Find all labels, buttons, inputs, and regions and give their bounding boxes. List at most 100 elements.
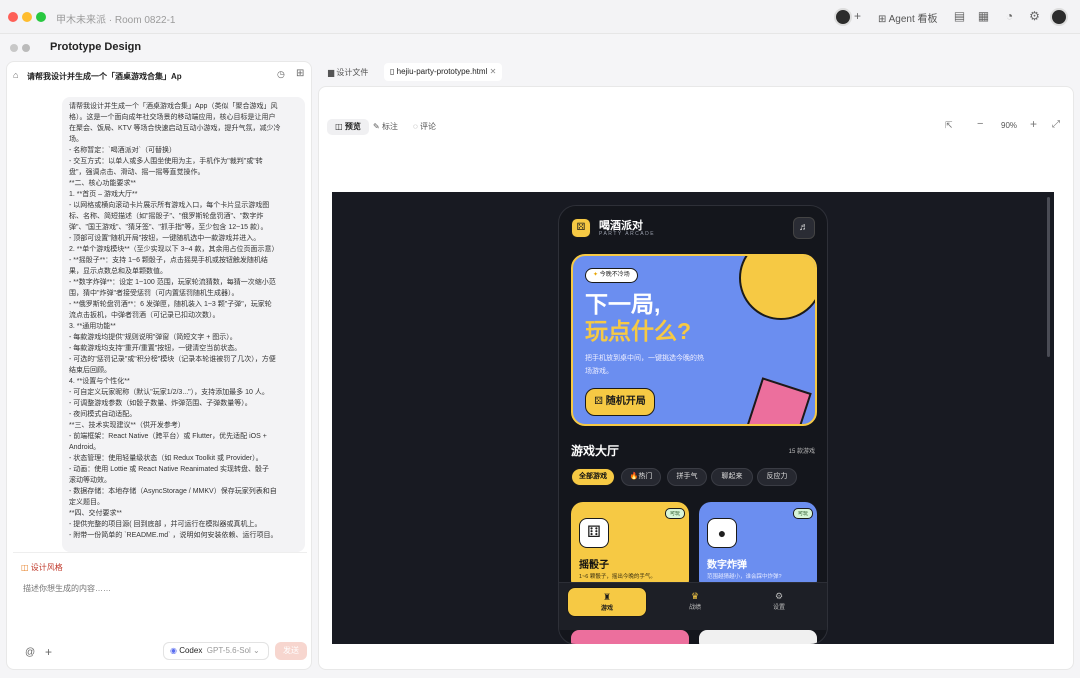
chip-chat[interactable]: 聊起来: [711, 468, 753, 486]
minimize-window-button[interactable]: [22, 12, 32, 22]
preview-mode-button[interactable]: ◫ 预览: [327, 119, 369, 135]
tab-design-files[interactable]: ▆ 设计文件: [328, 67, 368, 78]
zoom-window-button[interactable]: [36, 12, 46, 22]
send-button[interactable]: 发送: [275, 642, 307, 660]
new-chat-icon[interactable]: ⊞: [296, 68, 304, 79]
design-style-button[interactable]: ◫ 设计风格: [21, 562, 63, 573]
prompt-line: - **数字炸弹**：设定 1~100 范围，玩家轮流猜数，每猜一次缩小范: [69, 279, 276, 286]
prompt-line: - 每款游戏均支持"重开/重置"按钮，一键清空当前状态。: [69, 345, 242, 352]
prompt-line: 盘"，强调点击、滑动、摇一摇等直觉操作。: [69, 169, 205, 176]
hero-card: ✦ 今晚不冷场 下一局, 玩点什么? 把手机放到桌中间，一键挑选今晚的热 场游戏。…: [571, 254, 817, 426]
chevron-down-icon: ⌄: [250, 646, 260, 655]
nav-records[interactable]: ♛ 战绩: [655, 591, 735, 611]
design-area: ▆ 设计文件 ▯ hejiu-party-prototype.html ✕ ◫ …: [318, 61, 1074, 670]
prompt-line: - 数据存储：本地存储（AsyncStorage / MMKV）保存玩家列表和自: [69, 488, 277, 495]
prompt-line: - **俄罗斯轮盘罚酒**：6 发弹匣，随机装入 1~3 颗"子弹"，玩家轮: [69, 301, 272, 308]
prompt-line: - 以网格或横向滚动卡片展示所有游戏入口，每个卡片显示游戏图: [69, 202, 270, 209]
prompt-line: - 前端框架：React Native（跨平台）或 Flutter，优先适配 i…: [69, 433, 267, 440]
game-card-dice[interactable]: 可玩 ⚅ 摇骰子 1~6 颗骰子，摇出今晚的手气。: [571, 502, 689, 592]
chip-hot[interactable]: 🔥热门: [621, 468, 661, 486]
hero-circle-decoration: [739, 256, 815, 320]
prompt-line: - **摇骰子**：支持 1~6 颗骰子，点击摇晃手机或按钮触发随机结: [69, 257, 268, 264]
pen-icon: ✎: [373, 122, 382, 131]
game-card-number-bomb[interactable]: 可玩 ● 数字炸弹 范围越猜越小，谁会踩中炸弹?: [699, 502, 817, 592]
codex-icon: ◉: [170, 646, 180, 655]
prompt-line: - 动画：使用 Lottie 或 React Native Reanimated…: [69, 466, 269, 473]
fullscreen-icon[interactable]: ⤢: [1052, 119, 1060, 130]
comment-mode-button[interactable]: ◌ 评论: [413, 119, 436, 135]
chip-all-games[interactable]: 全部游戏: [571, 468, 615, 486]
game-count: 15 款游戏: [788, 449, 815, 455]
game-card-partial: [571, 630, 689, 644]
annotate-mode-button[interactable]: ✎ 标注: [373, 119, 398, 135]
panel-dot: [10, 44, 18, 52]
prompt-line: **三、技术实现建议**（供开发参考）: [69, 422, 185, 429]
chip-luck[interactable]: 拼手气: [667, 468, 707, 486]
document-icon[interactable]: ▤: [952, 9, 967, 24]
prompt-line: 流点击扳机，中弹者罚酒（可记录已扣动次数）。: [69, 312, 220, 319]
prompt-line: - 附带一份简单的 `README.md` ，说明如何安装依赖、运行项目。: [69, 532, 278, 539]
tab-active-file[interactable]: ▯ hejiu-party-prototype.html ✕: [384, 63, 503, 81]
preview-canvas: ⚄ 喝酒派对 PARTY ARCADE ♬ ✦ 今晚不冷场 下一局, 玩点什么?…: [332, 192, 1054, 644]
prompt-line: 格）。这是一个面向成年社交场景的移动端应用，核心目标是让用户: [69, 114, 276, 121]
layout-icon[interactable]: ▦: [976, 9, 991, 24]
nav-games[interactable]: ♜ 游戏: [567, 587, 647, 617]
palette-icon: ◫: [21, 563, 31, 572]
prompt-line: 围，猜中"炸弹"者接受惩罚（可内置惩罚随机生成器）。: [69, 290, 239, 297]
random-start-button[interactable]: ⚄ 随机开局: [585, 388, 655, 416]
nav-settings[interactable]: ⚙ 设置: [739, 591, 819, 611]
hero-title-line2: 玩点什么?: [585, 318, 692, 344]
music-toggle-button[interactable]: ♬: [793, 217, 815, 239]
dice-game-icon: ⚅: [579, 518, 609, 548]
hero-square-decoration: [746, 377, 812, 424]
file-icon: ▯: [390, 67, 397, 76]
eye-icon: ◫: [335, 122, 345, 131]
zoom-level: 90%: [1001, 121, 1018, 130]
prompt-line: 请帮我设计并生成一个「酒桌游戏合集」App（类似「聚合游戏」风: [69, 103, 278, 110]
card-title: 数字炸弹: [707, 560, 747, 571]
prompt-line: 在聚会、饭局、KTV 等场合快速启动互动小游戏，提升气氛，减少冷: [69, 125, 281, 132]
prompt-line: - 顶部可设置"随机开局"按钮，一键随机选中一款游戏并进入。: [69, 235, 261, 242]
panel-dot: [22, 44, 30, 52]
user-prompt-bubble: 请帮我设计并生成一个「酒桌游戏合集」App（类似「聚合游戏」风 格）。这是一个面向…: [62, 97, 305, 552]
prompt-line: 1. **首页 – 游戏大厅**: [69, 191, 138, 198]
zoom-out-button[interactable]: −: [977, 118, 983, 130]
conversation-title: 请帮我设计并生成一个「酒桌游戏合集」Ap: [27, 72, 182, 81]
add-user-icon[interactable]: +: [850, 9, 865, 24]
agent-board-button[interactable]: ⊞ Agent 看板: [878, 10, 938, 25]
card-desc: 1~6 颗骰子，摇出今晚的手气。: [579, 574, 656, 580]
trophy-icon: ♛: [690, 591, 700, 601]
game-card-partial: [699, 630, 817, 644]
window-title: 甲木未来派 · Room 0822-1: [56, 15, 176, 26]
composer: ◫ 设计风格 @ + ◉ Codex GPT-5.6-Sol ⌄ 发送: [13, 552, 307, 664]
open-external-icon[interactable]: ⇱: [945, 120, 953, 131]
game-hall-title: 游戏大厅: [571, 444, 620, 458]
file-tabs: ▆ 设计文件 ▯ hejiu-party-prototype.html ✕: [318, 61, 1074, 83]
prompt-line: - 夜间模式自动适配。: [69, 411, 137, 418]
preview-toolbar: ◫ 预览 ✎ 标注 ◌ 评论 ⇱ − 90% + ⤢: [319, 115, 1075, 137]
history-icon[interactable]: ◷: [277, 69, 285, 80]
prompt-line: **四、交付要求**: [69, 510, 122, 517]
close-tab-icon[interactable]: ✕: [490, 67, 497, 76]
joystick-icon: ♜: [602, 592, 612, 602]
bell-icon[interactable]: ◔: [1002, 9, 1017, 24]
dice-logo-icon: ⚄: [571, 218, 591, 238]
profile-avatar[interactable]: [1050, 8, 1068, 26]
prompt-line: - 可自定义玩家昵称（默认"玩家1/2/3..."），支持添加最多 10 人。: [69, 389, 269, 396]
mention-icon[interactable]: @: [25, 647, 35, 658]
close-window-button[interactable]: [8, 12, 18, 22]
prompt-input[interactable]: [23, 581, 293, 595]
dice-icon: ⚄: [594, 396, 606, 407]
chip-reaction[interactable]: 反应力: [757, 468, 797, 486]
gear-icon[interactable]: ⚙: [1027, 9, 1042, 24]
prompt-line: 定义题目。: [69, 499, 104, 506]
attach-plus-icon[interactable]: +: [45, 645, 52, 659]
model-selector[interactable]: ◉ Codex GPT-5.6-Sol ⌄: [163, 642, 269, 660]
zoom-in-button[interactable]: +: [1030, 117, 1037, 131]
bottom-nav: ♜ 游戏 ♛ 战绩 ⚙ 设置: [559, 582, 827, 630]
card-title: 摇骰子: [579, 560, 609, 571]
prompt-line: 标、名称、简短描述（如"摇骰子"、"俄罗斯轮盘罚酒"、"数字炸: [69, 213, 264, 220]
canvas-scrollbar[interactable]: [1047, 197, 1050, 357]
hero-badge: ✦ 今晚不冷场: [585, 268, 638, 283]
home-icon[interactable]: ⌂: [13, 70, 18, 80]
